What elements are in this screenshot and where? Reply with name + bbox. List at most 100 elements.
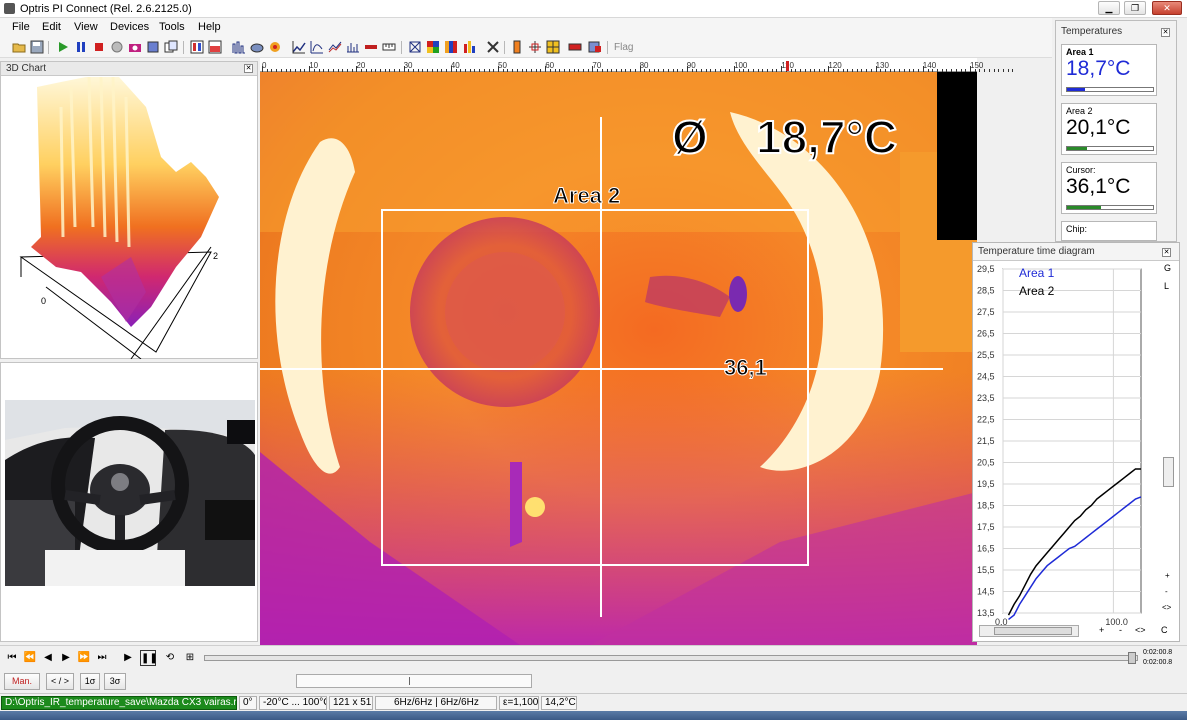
h-zoom-in-button[interactable]: + xyxy=(1099,625,1104,635)
skip-first-icon[interactable]: ⏮ xyxy=(4,650,20,666)
camera-icon[interactable] xyxy=(128,40,142,54)
menu-file[interactable]: File xyxy=(12,21,30,33)
profile-icon[interactable] xyxy=(310,40,324,54)
snapshot-strip-icon[interactable]: ⊞ xyxy=(182,650,198,666)
y-tick-label: 20,5 xyxy=(977,458,995,468)
layout-grid-icon[interactable] xyxy=(546,40,560,54)
histogram-icon[interactable] xyxy=(232,40,246,54)
flag-button[interactable]: Flag xyxy=(614,42,633,53)
step-back-icon[interactable]: ◀ xyxy=(40,650,56,666)
time-start: 0:02:00.8 xyxy=(1143,649,1173,656)
temperatures-panel: Temperatures ✕ Area 1 18,7°C Area 2 20,1… xyxy=(1055,20,1177,242)
status-resolution: 121 x 51 xyxy=(329,696,373,710)
scale-bar-icon[interactable] xyxy=(510,40,524,54)
alarm-icon[interactable] xyxy=(462,40,476,54)
menu-devices[interactable]: Devices xyxy=(110,21,149,33)
cursor-value: 36,1°C xyxy=(1066,175,1131,198)
copy-icon[interactable] xyxy=(164,40,178,54)
stop-icon[interactable] xyxy=(92,40,106,54)
chart3d-surface[interactable]: 2 0 xyxy=(1,77,257,359)
zoom-fit-icon[interactable] xyxy=(408,40,422,54)
cursor-card-label: Cursor: xyxy=(1066,165,1096,175)
timeline-track[interactable] xyxy=(204,655,1138,661)
chart3d-panel-header: 3D Chart xyxy=(1,62,257,76)
chart3d-axis-label-2: 2 xyxy=(213,251,218,261)
scale-icon[interactable] xyxy=(346,40,360,54)
area1-temperature-card[interactable]: Area 1 18,7°C xyxy=(1061,44,1157,96)
area2-label: Area 2 xyxy=(552,183,621,209)
menu-edit[interactable]: Edit xyxy=(42,21,61,33)
step-forward-icon[interactable]: ▶ xyxy=(58,650,74,666)
play-icon[interactable] xyxy=(56,40,70,54)
chip-temperature-card[interactable]: Chip: xyxy=(1061,221,1157,241)
manual-button[interactable]: Man. xyxy=(4,673,40,690)
line-chart-icon[interactable] xyxy=(292,40,306,54)
pause-icon[interactable] xyxy=(74,40,88,54)
multi-line-icon[interactable] xyxy=(328,40,342,54)
record-icon[interactable] xyxy=(110,40,124,54)
rewind-icon[interactable]: ⏪ xyxy=(22,650,38,666)
line-red-icon[interactable] xyxy=(568,40,582,54)
zoom-in-button[interactable]: + xyxy=(1165,571,1170,580)
h-fit-button[interactable]: <> xyxy=(1135,625,1146,635)
h-zoom-out-button[interactable]: - xyxy=(1119,625,1122,635)
time-diagram-close-button[interactable]: ✕ xyxy=(1162,248,1171,257)
temperatures-close-button[interactable]: ✕ xyxy=(1161,28,1170,37)
chart3d-panel-title: 3D Chart xyxy=(6,63,47,74)
chart3d-icon[interactable] xyxy=(250,40,264,54)
menu-help[interactable]: Help xyxy=(198,21,221,33)
time-diagram-chart[interactable]: 29,5 28,5 27,5 26,5 25,5 24,5 23,5 22,5 21,5 20,5… xyxy=(973,261,1157,625)
chart3d-close-button[interactable]: ✕ xyxy=(244,64,253,73)
timeline-thumb[interactable] xyxy=(1128,652,1136,664)
color-palette-icon[interactable] xyxy=(426,40,440,54)
close-button[interactable]: ✕ xyxy=(1152,1,1182,15)
isotherm-icon[interactable] xyxy=(444,40,458,54)
range-slider[interactable] xyxy=(296,674,532,688)
legend-entry: Area 2 xyxy=(1019,284,1055,298)
pause-button-icon[interactable]: ❚❚ xyxy=(140,650,158,666)
app-icon xyxy=(4,3,15,14)
y-tick-label: 22,5 xyxy=(977,415,995,425)
navigate-button[interactable]: < / > xyxy=(46,673,74,690)
graph-toggle-button[interactable]: G xyxy=(1164,263,1171,273)
snapshot-icon[interactable] xyxy=(146,40,160,54)
temperatures-panel-title: Temperatures xyxy=(1061,26,1123,37)
menu-tools[interactable]: Tools xyxy=(159,21,185,33)
legend-toggle-button[interactable]: L xyxy=(1164,281,1169,291)
ruler-tick-label: 150 xyxy=(970,61,984,70)
save-icon[interactable] xyxy=(30,40,44,54)
cursor-temperature-card[interactable]: Cursor: 36,1°C xyxy=(1061,162,1157,214)
line-profile-icon[interactable] xyxy=(364,40,378,54)
status-ambient: 14,2°C xyxy=(541,696,577,710)
palette-icon[interactable] xyxy=(190,40,204,54)
export-icon[interactable] xyxy=(588,40,602,54)
ruler-icon[interactable] xyxy=(382,40,396,54)
tools-icon[interactable] xyxy=(486,40,500,54)
time-diagram-sidebar: G L + - <> xyxy=(1161,261,1179,625)
three-sigma-button[interactable]: 3σ xyxy=(104,673,126,690)
cursor-level-bar xyxy=(1066,205,1154,210)
area2-temperature-card[interactable]: Area 2 20,1°C xyxy=(1061,103,1157,155)
play-button-icon[interactable]: ▶ xyxy=(120,650,136,666)
zoom-out-button[interactable]: - xyxy=(1165,587,1168,596)
loop-icon[interactable]: ⟲ xyxy=(162,650,178,666)
open-icon[interactable] xyxy=(12,40,26,54)
thermal-image-view[interactable]: Area 2 Ø 18,7°C 36,1 xyxy=(260,72,977,645)
area2-rectangle[interactable] xyxy=(381,209,809,566)
skip-last-icon[interactable]: ⏭ xyxy=(94,650,110,666)
toolbar-separator xyxy=(607,41,608,54)
crosshair-icon[interactable] xyxy=(528,40,542,54)
average-symbol: Ø xyxy=(671,110,709,164)
one-sigma-button[interactable]: 1σ xyxy=(80,673,100,690)
title-bar: Optris PI Connect (Rel. 2.6.2125.0) ▁ ❐ … xyxy=(0,0,1187,18)
layout-icon[interactable] xyxy=(208,40,222,54)
vertical-scrollbar-thumb[interactable] xyxy=(1163,457,1174,487)
fit-button[interactable]: <> xyxy=(1162,603,1171,612)
clear-button[interactable]: C xyxy=(1161,625,1168,635)
fast-forward-icon[interactable]: ⏩ xyxy=(76,650,92,666)
menu-view[interactable]: View xyxy=(74,21,98,33)
restore-button[interactable]: ❐ xyxy=(1124,1,1146,15)
hotspot-icon[interactable] xyxy=(268,40,282,54)
horizontal-scrollbar[interactable] xyxy=(979,625,1079,637)
minimize-button[interactable]: ▁ xyxy=(1098,1,1120,15)
